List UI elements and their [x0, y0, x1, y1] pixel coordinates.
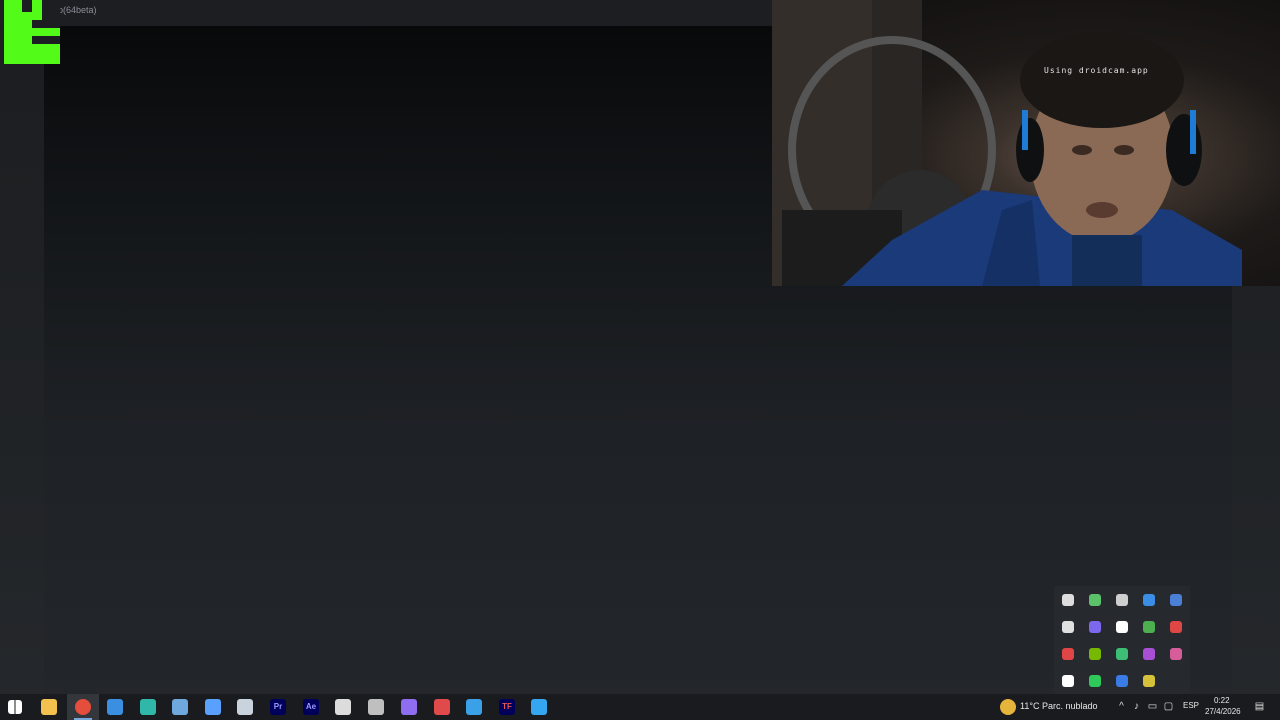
webcam-overlay: Using droidcam.app: [772, 0, 1280, 286]
start-button-icon[interactable]: [8, 700, 22, 714]
microphone-icon[interactable]: [1116, 621, 1128, 633]
gamepad-icon[interactable]: [368, 699, 384, 715]
sync-icon[interactable]: [1170, 621, 1182, 633]
shield-icon[interactable]: [1089, 594, 1101, 606]
mail-icon[interactable]: [107, 699, 123, 715]
network-icon[interactable]: ▭: [1147, 701, 1158, 712]
tf-icon[interactable]: TF: [499, 699, 515, 715]
language-indicator[interactable]: ESP: [1183, 701, 1199, 710]
edge-icon[interactable]: [140, 699, 156, 715]
weather-cloud-icon[interactable]: [1000, 699, 1016, 715]
yellow-app-icon[interactable]: [1143, 675, 1155, 687]
blue-circle-icon[interactable]: [1143, 594, 1155, 606]
brush-icon[interactable]: [1170, 594, 1182, 606]
tray-overflow-popup: [1054, 586, 1190, 694]
clock-time[interactable]: 0:22: [1214, 696, 1230, 705]
keyboard-icon[interactable]: [1116, 594, 1128, 606]
notifications-icon[interactable]: ▤: [1254, 701, 1265, 712]
app-icon-diamond[interactable]: [172, 699, 188, 715]
file-explorer-icon[interactable]: [41, 699, 57, 715]
browser-icon[interactable]: [531, 699, 547, 715]
teams-icon[interactable]: [1089, 621, 1101, 633]
clock-date[interactable]: 27/4/2026: [1205, 707, 1241, 716]
onenote-icon[interactable]: [1143, 648, 1155, 660]
droidcam-watermark: Using droidcam.app: [1044, 66, 1149, 75]
kick-logo-icon: [4, 0, 60, 64]
chevron-up-icon[interactable]: ^: [1116, 701, 1127, 712]
after-effects-icon[interactable]: Ae: [303, 699, 319, 715]
paint-icon[interactable]: [466, 699, 482, 715]
window-titlebar[interactable]: p(64beta): [0, 0, 772, 26]
taskbar: 11°C Parc. nublado ^ ♪ ▭ ▢ ESP 0:22 27/4…: [0, 694, 1280, 720]
blue-app-icon[interactable]: [1116, 675, 1128, 687]
app-icon-red[interactable]: [434, 699, 450, 715]
play-icon[interactable]: [1143, 621, 1155, 633]
store-icon[interactable]: [335, 699, 351, 715]
usb-icon[interactable]: [1062, 594, 1074, 606]
window-title: p(64beta): [58, 5, 97, 15]
g-icon[interactable]: [1062, 621, 1074, 633]
obs-icon[interactable]: [401, 699, 417, 715]
desktop: p(64beta) Using droidcam.app 11°C Parc. …: [0, 0, 1280, 720]
weather-widget[interactable]: 11°C Parc. nublado: [1020, 701, 1097, 711]
nvidia-icon[interactable]: [1089, 648, 1101, 660]
red-app-icon[interactable]: [1062, 648, 1074, 660]
screen-icon[interactable]: [1062, 675, 1074, 687]
green-circle-icon[interactable]: [1116, 648, 1128, 660]
display-icon[interactable]: ▢: [1163, 701, 1174, 712]
color-app-icon[interactable]: [1170, 648, 1182, 660]
vtube-icon[interactable]: [205, 699, 221, 715]
volume-icon[interactable]: ♪: [1131, 701, 1142, 712]
chrome-icon[interactable]: [75, 699, 91, 715]
premiere-pro-icon[interactable]: Pr: [270, 699, 286, 715]
whatsapp-icon[interactable]: [1089, 675, 1101, 687]
steam-icon[interactable]: [237, 699, 253, 715]
webcam-scene: [772, 0, 1242, 286]
